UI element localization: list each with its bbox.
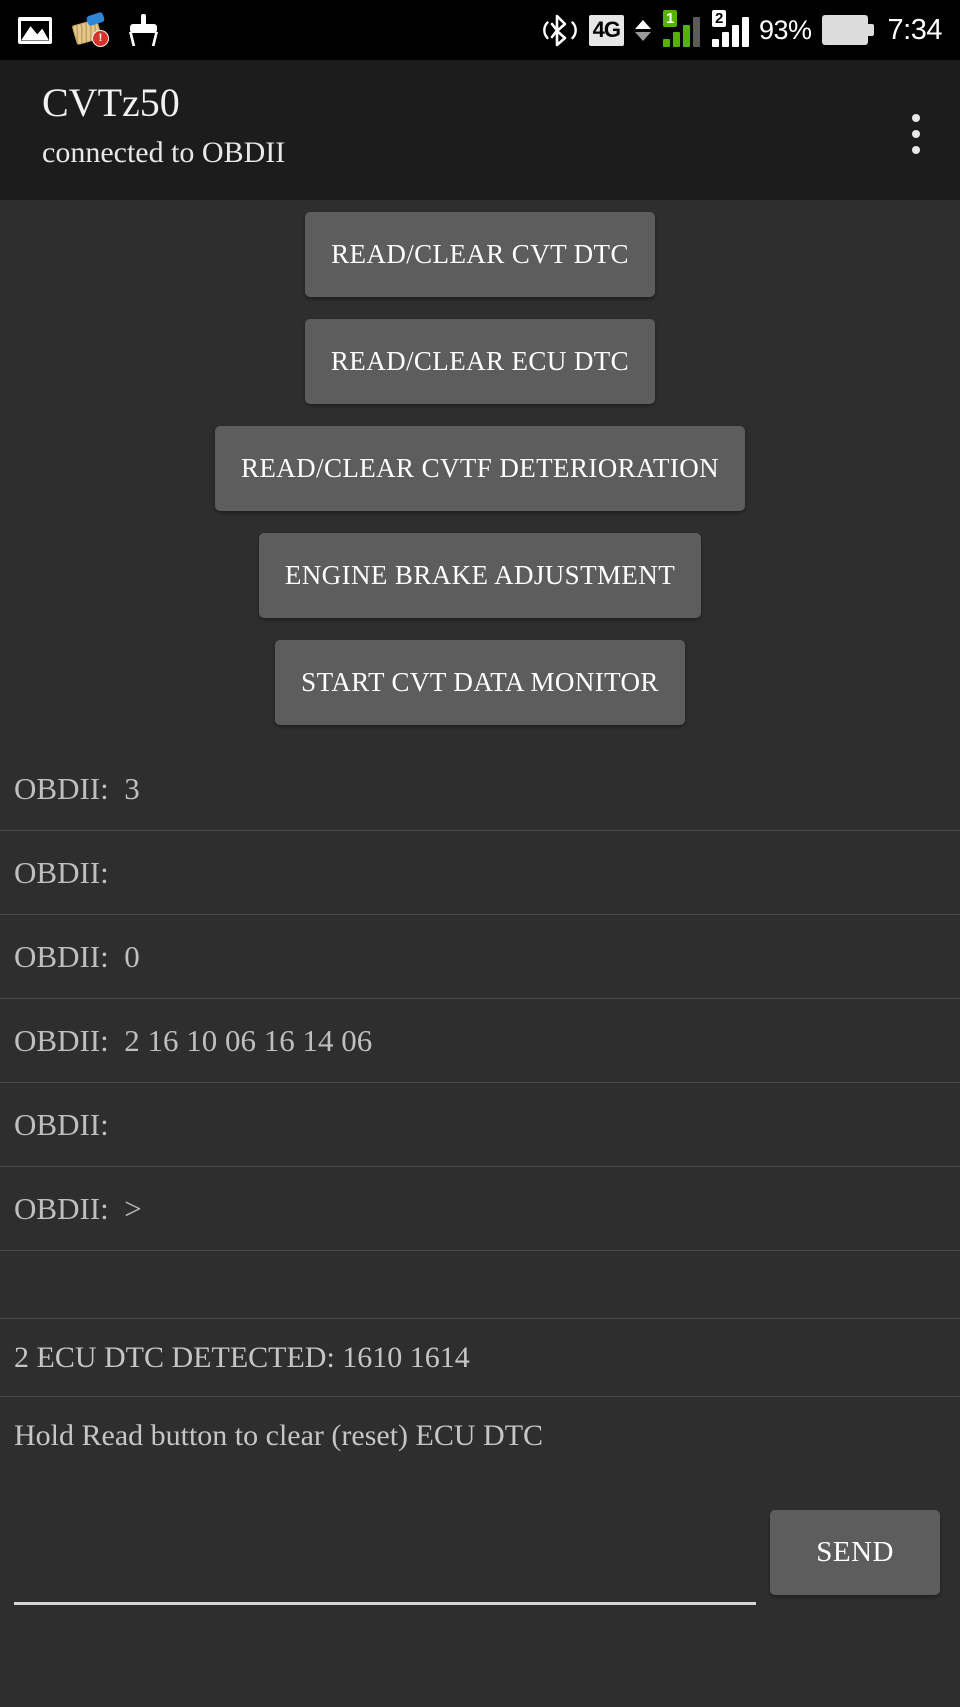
app-bar: CVTz50 connected to OBDII [0,60,960,200]
dtc-hint-message: Hold Read button to clear (reset) ECU DT… [14,1419,544,1452]
button-row: READ/CLEAR CVT DTC [0,212,960,297]
button-row: ENGINE BRAKE ADJUSTMENT [0,533,960,618]
list-item [0,1251,960,1319]
broom-alert-icon: ! [71,11,109,47]
sim1-label: 1 [663,10,678,27]
dtc-detected-message: 2 ECU DTC DETECTED: 1610 1614 [0,1319,960,1397]
obdii-log-list[interactable]: OBDII: 3 OBDII: OBDII: 0 OBDII: 2 16 10 … [0,747,960,1319]
list-item: OBDII: [0,1083,960,1167]
action-button-stack: READ/CLEAR CVT DTC READ/CLEAR ECU DTC RE… [0,200,960,725]
broom-icon [128,14,158,46]
battery-icon [821,15,874,45]
overflow-dot-icon [912,130,920,138]
list-item: OBDII: 0 [0,915,960,999]
engine-brake-adjustment-button[interactable]: ENGINE BRAKE ADJUSTMENT [258,533,702,618]
status-bar-right-icons: 4G 1 2 93% 7:34 [541,10,943,47]
page-title: CVTz50 [42,80,180,125]
read-clear-ecu-dtc-button[interactable]: READ/CLEAR ECU DTC [304,319,656,404]
composer-row: SEND [0,1475,960,1619]
sim2-label: 2 [712,10,727,27]
data-transfer-arrows-icon [635,19,651,41]
main-content: READ/CLEAR CVT DTC READ/CLEAR ECU DTC RE… [0,200,960,1619]
overflow-menu-button[interactable] [906,108,926,160]
button-row: READ/CLEAR CVTF DETERIORATION [0,426,960,511]
sim1-signal-icon: 1 [663,10,700,47]
status-bar: ! 4G 1 2 93% 7:34 [0,0,960,60]
alert-badge: ! [92,30,109,47]
clock-label: 7:34 [887,13,943,46]
send-button[interactable]: SEND [770,1510,940,1595]
list-item: OBDII: > [0,1167,960,1251]
list-item: OBDII: 3 [0,747,960,831]
read-clear-cvt-dtc-button[interactable]: READ/CLEAR CVT DTC [305,212,655,297]
list-item: OBDII: 2 16 10 06 16 14 06 [0,999,960,1083]
sim2-signal-icon: 2 [712,10,749,47]
overflow-dot-icon [912,114,920,122]
button-row: START CVT DATA MONITOR [0,640,960,725]
battery-percent-label: 93% [759,14,812,45]
connection-status-label: connected to OBDII [42,136,286,169]
photo-icon [18,16,52,44]
bluetooth-icon [541,13,579,47]
network-type-badge: 4G [588,14,624,46]
command-input[interactable] [14,1495,757,1605]
overflow-dot-icon [912,146,920,154]
status-bar-left-icons: ! [18,11,158,47]
read-clear-cvtf-deterioration-button[interactable]: READ/CLEAR CVTF DETERIORATION [214,426,746,511]
button-row: READ/CLEAR ECU DTC [0,319,960,404]
list-item: OBDII: [0,831,960,915]
start-cvt-data-monitor-button[interactable]: START CVT DATA MONITOR [275,640,685,725]
